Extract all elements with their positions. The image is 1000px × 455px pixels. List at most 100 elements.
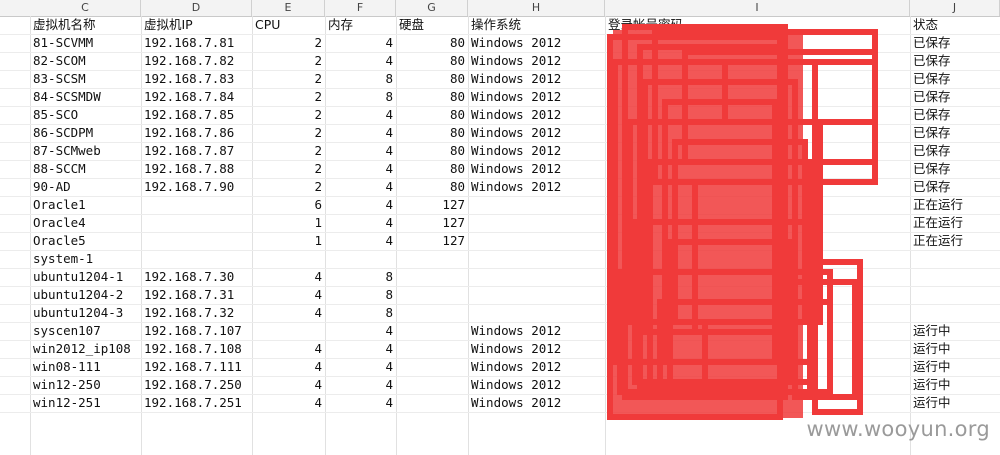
cell[interactable]: 192.168.7.108: [141, 340, 252, 358]
cell[interactable]: 2: [252, 52, 325, 70]
cell[interactable]: Oracle1: [30, 196, 141, 214]
cell[interactable]: 4: [325, 340, 396, 358]
cell[interactable]: [468, 250, 605, 268]
cell[interactable]: ubuntu1204-2: [30, 286, 141, 304]
cell[interactable]: 2: [252, 124, 325, 142]
cell[interactable]: [141, 214, 252, 232]
cell[interactable]: Windows 2012: [468, 52, 605, 70]
cell[interactable]: 已保存: [910, 160, 1000, 178]
cell[interactable]: [141, 232, 252, 250]
cell[interactable]: 127: [396, 232, 468, 250]
cell[interactable]: 127: [396, 196, 468, 214]
cell[interactable]: Windows 2012: [468, 376, 605, 394]
cell[interactable]: [910, 304, 1000, 322]
cell[interactable]: 1: [252, 232, 325, 250]
column-header-f[interactable]: F: [325, 0, 396, 16]
cell[interactable]: 8: [325, 268, 396, 286]
cell[interactable]: 正在运行: [910, 232, 1000, 250]
cell[interactable]: 192.168.7.83: [141, 70, 252, 88]
cell[interactable]: 80: [396, 88, 468, 106]
cell[interactable]: [396, 286, 468, 304]
cell[interactable]: Windows 2012: [468, 124, 605, 142]
cell[interactable]: 已保存: [910, 88, 1000, 106]
cell[interactable]: Windows 2012: [468, 394, 605, 412]
column-header-g[interactable]: G: [396, 0, 468, 16]
cell[interactable]: [141, 196, 252, 214]
cell[interactable]: [468, 214, 605, 232]
cell[interactable]: 192.168.7.88: [141, 160, 252, 178]
cell[interactable]: win08-111: [30, 358, 141, 376]
cell[interactable]: 192.168.7.84: [141, 88, 252, 106]
cell[interactable]: Windows 2012: [468, 34, 605, 52]
cell[interactable]: [141, 250, 252, 268]
cell[interactable]: 192.168.7.111: [141, 358, 252, 376]
cell[interactable]: [396, 304, 468, 322]
cell[interactable]: [396, 268, 468, 286]
cell[interactable]: 4: [325, 52, 396, 70]
cell[interactable]: [468, 232, 605, 250]
cell[interactable]: 80: [396, 70, 468, 88]
header-cell[interactable]: 虚拟机名称: [30, 16, 141, 34]
header-cell[interactable]: 硬盘: [396, 16, 468, 34]
cell[interactable]: syscen107: [30, 322, 141, 340]
cell[interactable]: [396, 322, 468, 340]
cell[interactable]: 81-SCVMM: [30, 34, 141, 52]
cell[interactable]: 82-SCOM: [30, 52, 141, 70]
cell[interactable]: 8: [325, 88, 396, 106]
cell[interactable]: [910, 268, 1000, 286]
column-header-h[interactable]: H: [468, 0, 605, 16]
cell[interactable]: 已保存: [910, 142, 1000, 160]
cell[interactable]: 4: [325, 34, 396, 52]
cell[interactable]: [396, 358, 468, 376]
cell[interactable]: 运行中: [910, 358, 1000, 376]
cell[interactable]: Oracle5: [30, 232, 141, 250]
cell[interactable]: 8: [325, 304, 396, 322]
cell[interactable]: 4: [325, 160, 396, 178]
cell[interactable]: 192.168.7.82: [141, 52, 252, 70]
cell[interactable]: 2: [252, 88, 325, 106]
column-header-c[interactable]: C: [30, 0, 141, 16]
cell[interactable]: Windows 2012: [468, 142, 605, 160]
cell[interactable]: 80: [396, 142, 468, 160]
cell[interactable]: [910, 250, 1000, 268]
cell[interactable]: 80: [396, 124, 468, 142]
cell[interactable]: 192.168.7.32: [141, 304, 252, 322]
cell[interactable]: 80: [396, 34, 468, 52]
cell[interactable]: [396, 376, 468, 394]
column-header-j[interactable]: J: [910, 0, 1000, 16]
cell[interactable]: 80: [396, 160, 468, 178]
cell[interactable]: 86-SCDPM: [30, 124, 141, 142]
cell[interactable]: 已保存: [910, 52, 1000, 70]
cell[interactable]: 192.168.7.87: [141, 142, 252, 160]
cell[interactable]: [396, 250, 468, 268]
cell[interactable]: 4: [252, 268, 325, 286]
cell[interactable]: 4: [325, 376, 396, 394]
cell[interactable]: 已保存: [910, 70, 1000, 88]
cell[interactable]: [252, 250, 325, 268]
cell[interactable]: 4: [252, 286, 325, 304]
cell[interactable]: 90-AD: [30, 178, 141, 196]
cell[interactable]: 8: [325, 70, 396, 88]
cell[interactable]: [396, 394, 468, 412]
cell[interactable]: 已保存: [910, 124, 1000, 142]
column-header-i[interactable]: I: [605, 0, 910, 16]
cell[interactable]: [468, 196, 605, 214]
cell[interactable]: ubuntu1204-3: [30, 304, 141, 322]
cell[interactable]: 4: [252, 304, 325, 322]
cell[interactable]: Oracle4: [30, 214, 141, 232]
header-cell[interactable]: CPU: [252, 16, 325, 34]
cell[interactable]: 8: [325, 286, 396, 304]
cell[interactable]: 4: [325, 196, 396, 214]
cell[interactable]: [468, 304, 605, 322]
cell[interactable]: 80: [396, 178, 468, 196]
cell[interactable]: 4: [325, 358, 396, 376]
cell[interactable]: 正在运行: [910, 214, 1000, 232]
cell[interactable]: [910, 286, 1000, 304]
cell[interactable]: 4: [252, 394, 325, 412]
cell[interactable]: 运行中: [910, 340, 1000, 358]
cell[interactable]: 2: [252, 160, 325, 178]
cell[interactable]: 运行中: [910, 376, 1000, 394]
cell[interactable]: 1: [252, 214, 325, 232]
cell[interactable]: 192.168.7.30: [141, 268, 252, 286]
cell[interactable]: win2012_ip108: [30, 340, 141, 358]
